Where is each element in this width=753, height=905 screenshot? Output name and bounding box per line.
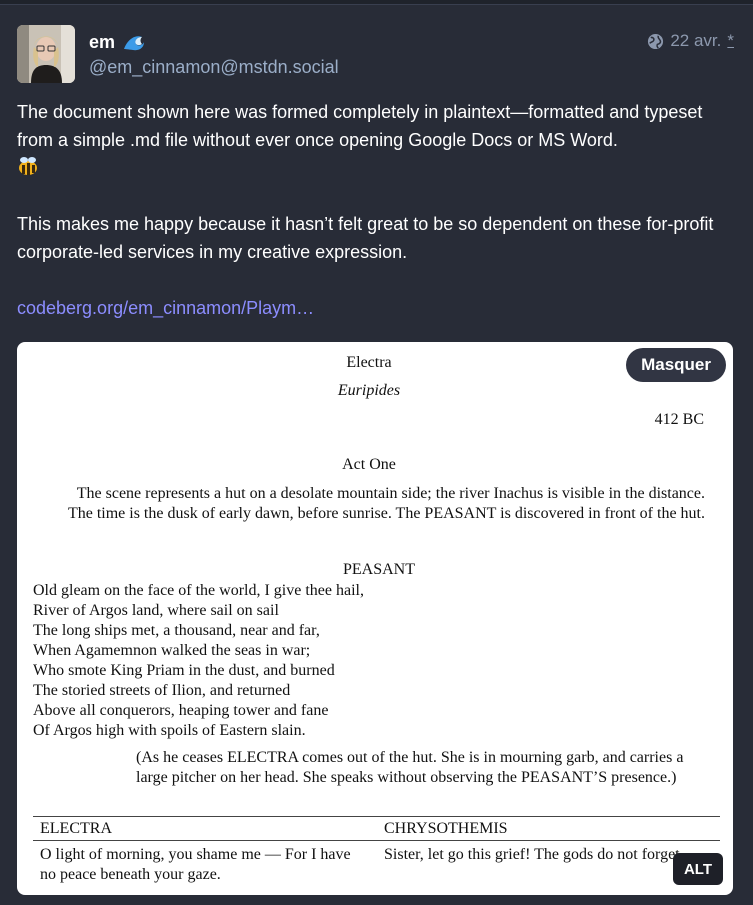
table-header-rule bbox=[33, 840, 720, 841]
table-header: CHRYSOTHEMIS bbox=[384, 820, 508, 837]
table-top-rule bbox=[33, 816, 720, 817]
post-timestamp[interactable]: 22 avr. bbox=[670, 31, 721, 51]
edited-marker[interactable]: * bbox=[727, 31, 734, 51]
wave-emoji-icon bbox=[124, 36, 145, 51]
verse-line: The long ships met, a thousand, near and… bbox=[33, 622, 320, 639]
display-name[interactable]: em bbox=[89, 32, 115, 53]
verse-line: Above all conquerors, heaping tower and … bbox=[33, 702, 329, 719]
doc-date: 412 BC bbox=[654, 411, 704, 428]
doc-act-heading: Act One bbox=[342, 456, 396, 473]
globe-icon bbox=[648, 33, 664, 49]
verse-line: River of Argos land, where sail on sail bbox=[33, 602, 279, 619]
bee-emoji-icon bbox=[19, 157, 37, 175]
alt-text-badge[interactable]: ALT bbox=[672, 853, 723, 885]
author-handle[interactable]: @em_cinnamon@mstdn.social bbox=[89, 57, 339, 78]
hide-media-button[interactable]: Masquer bbox=[626, 348, 726, 382]
post-content: The document shown here was formed compl… bbox=[17, 98, 732, 322]
table-cell: O light of morning, you shame me — For I… bbox=[40, 846, 351, 883]
media-attachment[interactable]: Electra Euripides 412 BC Act One The sce… bbox=[17, 342, 733, 895]
doc-verse: Old gleam on the face of the world, I gi… bbox=[33, 581, 364, 741]
post-paragraph-1: The document shown here was formed compl… bbox=[17, 98, 732, 182]
post-link[interactable]: codeberg.org/em_cinnamon/Playm… bbox=[17, 294, 732, 322]
document-image: Electra Euripides 412 BC Act One The sce… bbox=[17, 342, 733, 895]
author-name-line[interactable]: em bbox=[89, 30, 145, 54]
post-paragraph-1-text: The document shown here was formed compl… bbox=[17, 102, 703, 150]
table-header: ELECTRA bbox=[40, 820, 112, 837]
avatar[interactable] bbox=[17, 25, 75, 83]
verse-line: The storied streets of Ilion, and return… bbox=[33, 682, 291, 699]
doc-speaker: PEASANT bbox=[343, 561, 416, 578]
doc-author: Euripides bbox=[337, 382, 401, 399]
doc-title: Electra bbox=[346, 354, 392, 371]
doc-direction: (As he ceases ELECTRA comes out of the h… bbox=[136, 749, 684, 786]
post-meta: 22 avr. * bbox=[647, 31, 734, 51]
top-divider bbox=[0, 0, 753, 5]
verse-line: Of Argos high with spoils of Eastern sla… bbox=[33, 722, 306, 739]
verse-line: When Agamemnon walked the seas in war; bbox=[33, 642, 311, 659]
avatar-image bbox=[17, 25, 75, 83]
verse-line: Old gleam on the face of the world, I gi… bbox=[33, 582, 364, 599]
doc-stage-direction: The scene represents a hut on a desolate… bbox=[67, 485, 705, 522]
post-paragraph-2: This makes me happy because it hasn’t fe… bbox=[17, 214, 714, 262]
verse-line: Who smote King Priam in the dust, and bu… bbox=[33, 662, 335, 679]
